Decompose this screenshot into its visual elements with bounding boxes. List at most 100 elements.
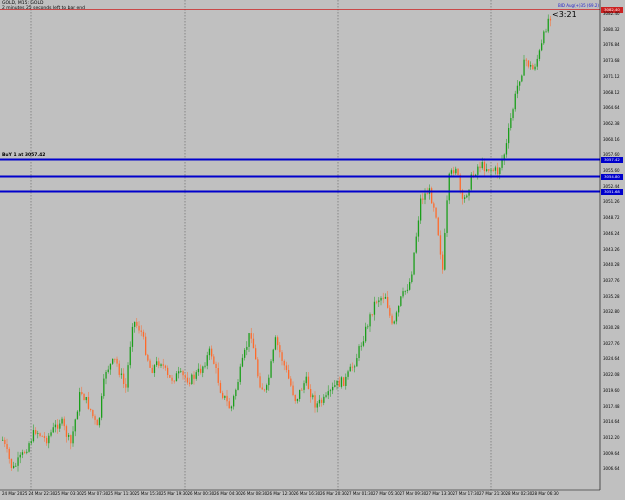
candle-body — [215, 363, 217, 369]
candle-body — [173, 380, 175, 382]
candle-body — [98, 417, 101, 426]
candle-body — [512, 109, 514, 119]
candle-body — [35, 430, 37, 434]
candle-body — [10, 458, 13, 468]
candle-body — [228, 401, 230, 409]
candle-body — [112, 358, 114, 364]
candle-body — [92, 409, 94, 417]
candle-body — [516, 85, 519, 94]
candle-body — [549, 18, 552, 21]
price-axis-label: 3080.32 — [603, 26, 620, 32]
candle-body — [521, 75, 523, 82]
candle-body — [48, 435, 50, 444]
candle-body — [336, 380, 338, 386]
price-axis-label: 3068.12 — [603, 89, 620, 95]
candle-body — [129, 346, 131, 366]
candle-body — [116, 358, 118, 364]
candle-countdown: <3:21 — [552, 10, 577, 19]
time-axis-label: 27 Mar 09:30 — [399, 491, 427, 496]
candle-body — [103, 378, 105, 397]
candle-body — [230, 406, 233, 409]
candle-body — [171, 377, 173, 381]
price-axis-label: 3060.16 — [603, 136, 620, 142]
candle-body — [316, 403, 318, 408]
candle-body — [292, 385, 294, 396]
candle-body — [332, 386, 334, 391]
candle-body — [226, 395, 228, 402]
candle-body — [446, 200, 448, 233]
candle-body — [153, 365, 156, 373]
candle-body — [19, 454, 21, 458]
candle-body — [354, 366, 356, 368]
price-axis-label: 3012.20 — [603, 434, 620, 440]
price-axis-label: 3032.80 — [603, 309, 620, 315]
candle-body — [422, 198, 424, 200]
candle-body — [532, 65, 534, 70]
candle-body — [37, 433, 39, 435]
candle-body — [208, 348, 211, 356]
candle-body — [252, 338, 255, 349]
candle-body — [257, 359, 259, 377]
candle-body — [81, 392, 83, 395]
price-axis-label: 3051.26 — [603, 199, 620, 205]
candle-body — [237, 382, 239, 390]
candle-body — [411, 274, 413, 283]
price-chart[interactable] — [0, 0, 625, 500]
price-axis-label: 3030.28 — [603, 325, 620, 330]
price-axis-label: 3024.64 — [603, 356, 620, 362]
candle-body — [433, 203, 435, 208]
candle-body — [255, 348, 257, 360]
candle-body — [85, 397, 87, 401]
candle-body — [492, 169, 494, 171]
candle-body — [6, 444, 8, 449]
time-axis-label: 27 Mar 05:30 — [373, 491, 400, 496]
candle-body — [169, 375, 171, 378]
candle-body — [68, 435, 70, 437]
candle-body — [494, 167, 497, 171]
candle-body — [46, 437, 48, 444]
time-axis-label: 26 Mar 12:30 — [267, 491, 294, 496]
time-axis-label: 25 Mar 03:30 — [55, 491, 82, 496]
tp-line-tag: 3051.68 — [601, 189, 623, 195]
candle-body — [365, 326, 367, 342]
candle-body — [213, 356, 215, 364]
candle-body — [373, 301, 376, 315]
candle-body — [202, 366, 204, 373]
candle-body — [250, 333, 252, 339]
candle-body — [2, 439, 4, 441]
candle-body — [281, 352, 283, 361]
price-axis-label: 3073.68 — [603, 58, 620, 64]
candle-body — [439, 235, 442, 255]
candle-body — [534, 66, 536, 70]
candle-body — [490, 169, 492, 171]
price-axis-label: 3014.64 — [603, 419, 620, 425]
candle-body — [323, 396, 325, 403]
candle-body — [96, 419, 98, 426]
candle-body — [8, 448, 10, 459]
candle-body — [305, 376, 307, 384]
candle-body — [464, 197, 466, 199]
price-axis-label: 3046.24 — [603, 230, 620, 236]
candle-body — [525, 59, 527, 61]
stop-line-tag: 3054.80 — [601, 174, 623, 180]
candle-body — [420, 198, 422, 221]
candle-body — [378, 300, 380, 303]
bar-countdown-text: 2 minutes 25 seconds left to bar end — [2, 6, 85, 11]
candle-body — [294, 395, 296, 402]
candle-body — [404, 290, 406, 292]
candle-body — [426, 193, 428, 195]
buy-line-tag: 3057.42 — [601, 157, 623, 163]
candle-body — [501, 159, 503, 168]
candle-body — [497, 167, 499, 175]
time-axis-label: 27 Mar 17:30 — [452, 491, 480, 496]
candle-body — [268, 377, 270, 386]
candle-body — [94, 416, 96, 420]
candle-body — [270, 361, 272, 378]
candle-body — [343, 377, 345, 386]
candle-body — [59, 423, 61, 429]
candle-body — [197, 368, 200, 373]
candle-body — [184, 375, 186, 378]
time-axis-label: 26 Mar 20:30 — [320, 491, 347, 496]
candle-body — [277, 337, 279, 346]
candle-body — [472, 174, 475, 176]
